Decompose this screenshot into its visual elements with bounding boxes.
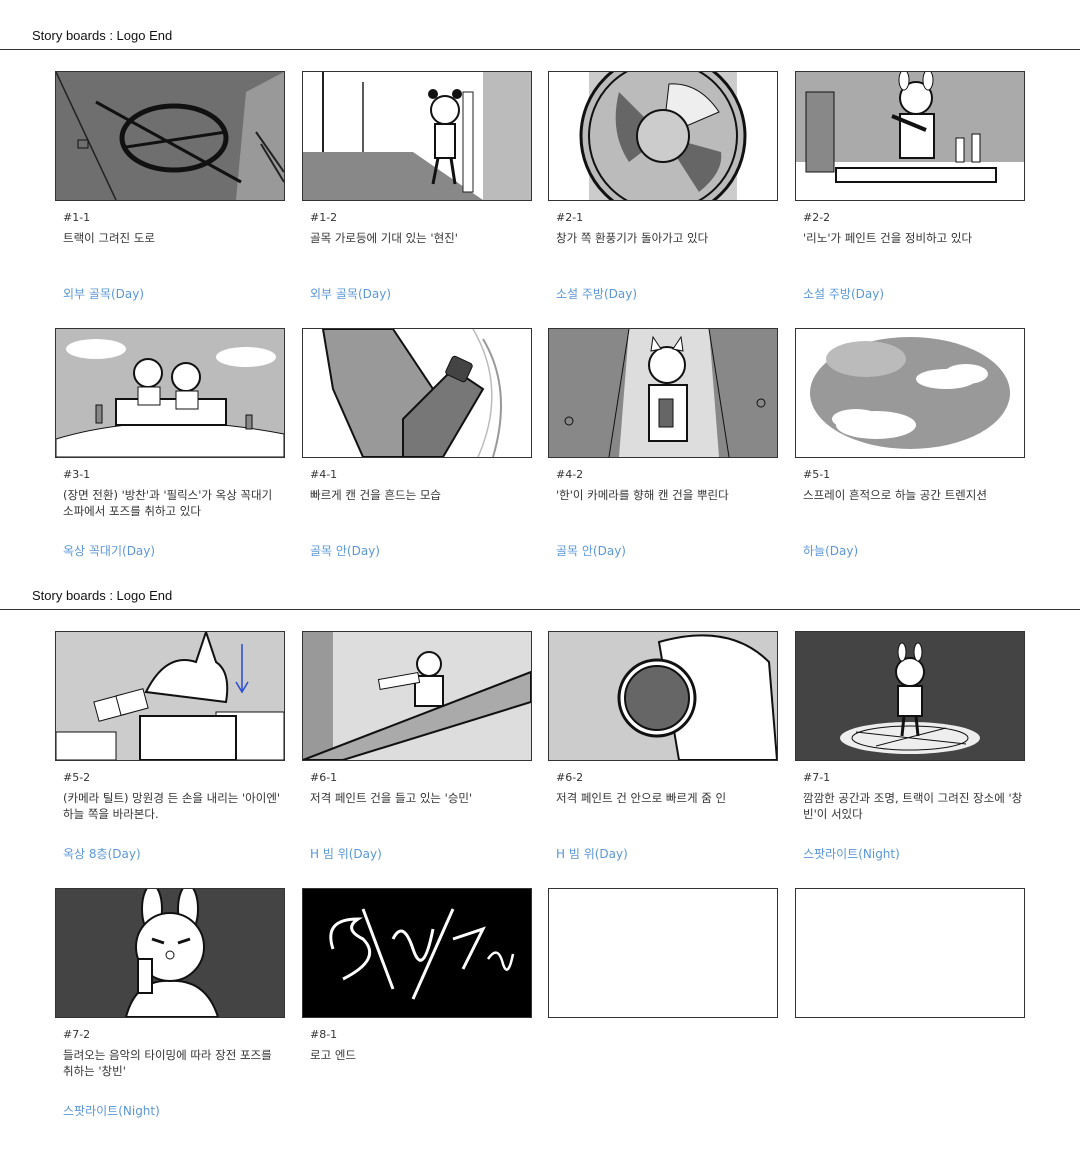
shot-location: 골목 안(Day) bbox=[310, 544, 380, 558]
shot-description: 트랙이 그려진 도로 bbox=[63, 231, 155, 245]
shot-description: (카메라 틸트) 망원경 든 손을 내리는 '아이엔' 하늘 쪽을 바라본다. bbox=[63, 791, 281, 821]
panel-image-spotlight-stage bbox=[795, 631, 1025, 761]
shot-location: 옥상 꼭대기(Day) bbox=[63, 544, 156, 558]
panel-image-telescope-lowering bbox=[55, 631, 285, 761]
panel-image-ready-pose bbox=[55, 888, 285, 1018]
shot-location: 옥상 8층(Day) bbox=[63, 847, 141, 861]
shot-description: '리노'가 페인트 건을 정비하고 있다 bbox=[803, 231, 973, 245]
panel-image-road-track bbox=[55, 71, 285, 201]
section-title: Story boards : Logo End bbox=[32, 28, 173, 43]
panel-image-empty bbox=[795, 888, 1025, 1018]
shot-number: #2-1 bbox=[556, 211, 584, 224]
section-divider bbox=[0, 609, 1080, 610]
shot-location: 골목 안(Day) bbox=[556, 544, 626, 558]
shot-location: 외부 골목(Day) bbox=[310, 287, 392, 301]
shot-location: 스팟라이트(Night) bbox=[63, 1104, 160, 1118]
shot-number: #7-1 bbox=[803, 771, 831, 784]
shot-number: #4-2 bbox=[556, 468, 584, 481]
shot-description: 들려오는 음악의 타이밍에 따라 장전 포즈를 취하는 '창빈' bbox=[63, 1048, 272, 1078]
shot-description: 스프레이 흔적으로 하늘 공간 트렌지션 bbox=[803, 488, 987, 502]
shot-description: 저격 페인트 건을 들고 있는 '승민' bbox=[310, 791, 473, 805]
shot-number: #2-2 bbox=[803, 211, 831, 224]
shot-number: #4-1 bbox=[310, 468, 338, 481]
panel-image-logo bbox=[302, 888, 532, 1018]
shot-description: 로고 엔드 bbox=[310, 1048, 356, 1062]
shot-description: 저격 페인트 건 안으로 빠르게 줌 인 bbox=[556, 791, 727, 805]
section-title: Story boards : Logo End bbox=[32, 588, 173, 603]
panel-image-kitchen-paint-gun bbox=[795, 71, 1025, 201]
shot-location: 외부 골목(Day) bbox=[63, 287, 145, 301]
shot-location: H 빔 위(Day) bbox=[310, 847, 382, 861]
shot-location: 소설 주방(Day) bbox=[803, 287, 885, 301]
panel-image-shaking-can bbox=[302, 328, 532, 458]
panel-image-empty bbox=[548, 888, 778, 1018]
shot-description: 빠르게 캔 건을 흔드는 모습 bbox=[310, 488, 442, 502]
shot-number: #1-2 bbox=[310, 211, 338, 224]
shot-number: #7-2 bbox=[63, 1028, 91, 1041]
panel-image-spray-at-camera bbox=[548, 328, 778, 458]
shot-number: #5-2 bbox=[63, 771, 91, 784]
panel-image-alley-streetlamp bbox=[302, 71, 532, 201]
shot-number: #8-1 bbox=[310, 1028, 338, 1041]
shot-location: 스팟라이트(Night) bbox=[803, 847, 900, 861]
panel-image-rooftop-sofa bbox=[55, 328, 285, 458]
shot-location: 하늘(Day) bbox=[803, 544, 859, 558]
panel-image-h-beam-sniper bbox=[302, 631, 532, 761]
shot-description: 창가 쪽 환풍기가 돌아가고 있다 bbox=[556, 231, 709, 245]
shot-location: H 빔 위(Day) bbox=[556, 847, 628, 861]
shot-number: #1-1 bbox=[63, 211, 91, 224]
shot-location: 소설 주방(Day) bbox=[556, 287, 638, 301]
shot-description: '한'이 카메라를 향해 캔 건을 뿌린다 bbox=[556, 488, 729, 502]
shot-description: 깜깜한 공간과 조명, 트랙이 그려진 장소에 '창빈'이 서있다 bbox=[803, 791, 1023, 821]
panel-image-ventilation-fan bbox=[548, 71, 778, 201]
shot-description: 골목 가로등에 기대 있는 '현진' bbox=[310, 231, 458, 245]
shot-number: #5-1 bbox=[803, 468, 831, 481]
shot-number: #3-1 bbox=[63, 468, 91, 481]
shot-number: #6-1 bbox=[310, 771, 338, 784]
section-divider bbox=[0, 49, 1080, 50]
shot-description: (장면 전환) '방찬'과 '필릭스'가 옥상 꼭대기 소파에서 포즈를 취하고… bbox=[63, 488, 273, 518]
panel-image-sky-transition bbox=[795, 328, 1025, 458]
shot-number: #6-2 bbox=[556, 771, 584, 784]
panel-image-zoom-into-scope bbox=[548, 631, 778, 761]
